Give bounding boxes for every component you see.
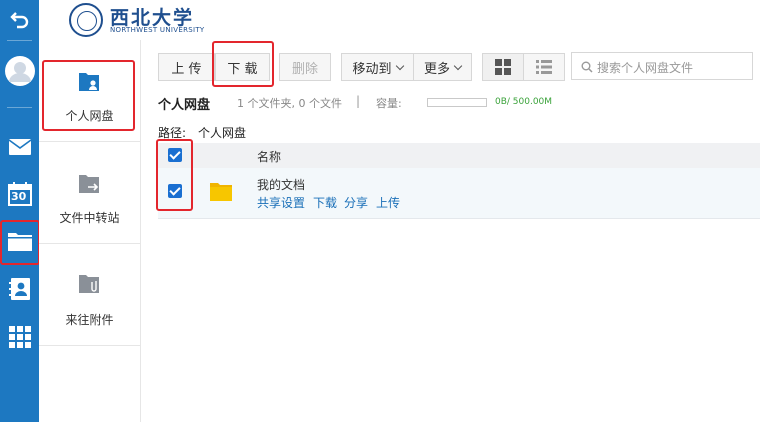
university-logo-subtext: NORTHWEST UNIVERSITY — [110, 26, 205, 34]
list-view-icon — [536, 60, 552, 74]
move-to-button[interactable]: 移动到 — [341, 53, 414, 81]
calendar-day: 30 — [11, 190, 27, 203]
summary-divider: | — [356, 94, 361, 108]
user-avatar[interactable] — [0, 55, 39, 87]
sidebar-item-attachments[interactable]: 来往附件 — [39, 244, 140, 346]
search-placeholder[interactable]: 搜索个人网盘文件 — [597, 59, 693, 76]
table-row[interactable]: 我的文档 — [158, 168, 760, 219]
university-seal-icon — [69, 3, 103, 37]
item-counts: 1 个文件夹, 0 个文件 — [237, 97, 342, 110]
download-link[interactable]: 下载 — [313, 194, 337, 211]
personal-disk-highlight — [42, 60, 135, 131]
table-header: 名称 — [158, 143, 760, 168]
share-settings-link[interactable]: 共享设置 — [257, 194, 305, 211]
column-name-header[interactable]: 名称 — [257, 148, 281, 165]
upload-link[interactable]: 上传 — [376, 194, 400, 211]
attachments-icon — [79, 275, 99, 293]
contacts-icon[interactable] — [0, 275, 39, 303]
upload-button[interactable]: 上 传 — [158, 53, 215, 81]
share-link[interactable]: 分享 — [344, 194, 368, 211]
sidebar-item-file-transfer[interactable]: 文件中转站 — [39, 142, 140, 244]
checkbox-highlight — [156, 139, 193, 211]
delete-button[interactable]: 删除 — [279, 53, 331, 81]
capacity-label: 容量: — [376, 97, 402, 110]
list-view-button[interactable] — [523, 53, 565, 81]
grid-view-icon — [495, 59, 511, 75]
folder-icon — [210, 183, 232, 201]
chevron-down-icon — [395, 61, 404, 70]
path-value[interactable]: 个人网盘 — [198, 124, 246, 141]
mail-icon[interactable] — [0, 134, 39, 160]
apps-grid-icon[interactable] — [0, 322, 39, 352]
more-button[interactable]: 更多 — [413, 53, 472, 81]
sidebar-item-label: 来往附件 — [65, 313, 114, 327]
file-name[interactable]: 我的文档 — [257, 176, 305, 193]
file-transfer-icon — [79, 175, 99, 193]
search-box[interactable]: 搜索个人网盘文件 — [571, 52, 753, 80]
search-icon — [581, 61, 593, 73]
disk-title: 个人网盘 — [158, 98, 211, 113]
app-rail: 30 — [0, 0, 39, 422]
capacity-bar — [427, 98, 487, 107]
move-label: 移动到 — [352, 61, 392, 77]
folder-rail-highlight — [0, 220, 40, 265]
upload-label: 上 传 — [171, 61, 202, 77]
grid-view-button[interactable] — [482, 53, 524, 81]
capacity-text: 0B/ 500.00M — [495, 97, 553, 107]
sidebar-item-label: 文件中转站 — [59, 211, 120, 225]
back-icon[interactable] — [0, 6, 39, 34]
calendar-icon[interactable]: 30 — [0, 180, 39, 208]
chevron-down-icon — [453, 61, 463, 70]
delete-label: 删除 — [291, 61, 318, 77]
more-label: 更多 — [423, 61, 450, 77]
download-highlight — [212, 41, 274, 87]
